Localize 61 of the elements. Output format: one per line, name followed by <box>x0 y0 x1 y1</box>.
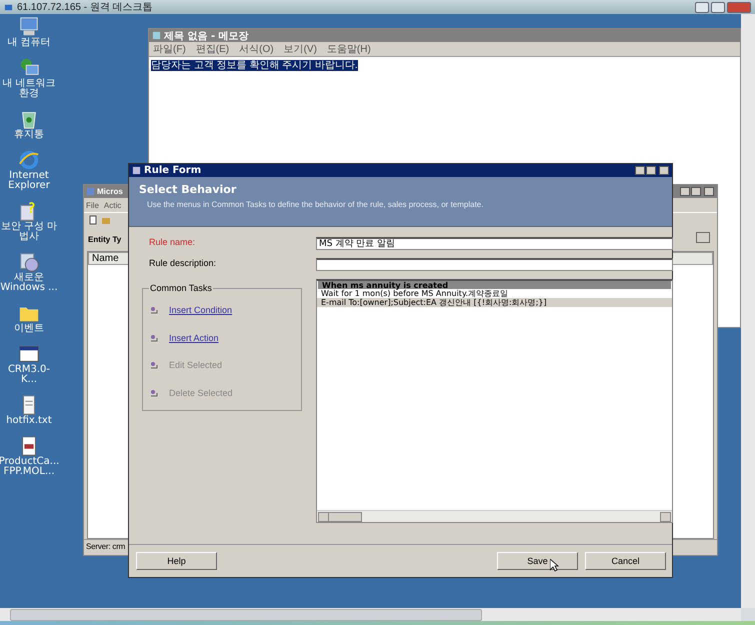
task-icon <box>149 388 159 398</box>
close-button[interactable] <box>659 166 669 175</box>
menu-item[interactable]: Actic <box>104 200 122 210</box>
maximize-button[interactable] <box>711 2 725 12</box>
desktop-icon-label: hotfix.txt <box>6 416 52 426</box>
desktop-icon-label: 내 컴퓨터 <box>7 38 51 48</box>
desktop-icon-label: 휴지통 <box>14 130 44 140</box>
help-button[interactable]: Help <box>136 552 217 570</box>
rule-name-label: Rule name: <box>148 237 196 249</box>
monitor-icon <box>4 2 13 12</box>
task-link[interactable]: Insert Action <box>169 332 219 343</box>
menu-item[interactable]: 파일(F) <box>153 42 186 56</box>
close-button[interactable] <box>727 2 751 12</box>
minimize-button[interactable] <box>635 166 645 175</box>
step-row[interactable]: E-mail To:[owner];Subject:EA 갱신안내 [{!회사명:회사명;}] <box>317 298 672 307</box>
maximize-button[interactable] <box>646 166 656 175</box>
selected-text: 담당자는 고객 정보를 확인해 주시기 바랍니다. <box>151 60 358 71</box>
header-title: Select Behavior <box>139 183 238 196</box>
trigger-row[interactable]: When ms annuity is created <box>318 281 671 289</box>
desktop-icon-label: Internet Explorer <box>7 171 51 191</box>
menu-item[interactable]: File <box>86 200 99 210</box>
app-icon <box>86 187 95 196</box>
desktop-icon-label: ProductCa... FPP.MOL... <box>0 457 60 477</box>
desktop-icon-label: CRM3.0-K... <box>6 365 52 385</box>
scroll-thumb[interactable] <box>10 609 482 621</box>
task-icon <box>149 360 159 370</box>
save-button[interactable]: Save <box>497 552 578 570</box>
dropdown-button[interactable] <box>696 232 710 243</box>
menu-item[interactable]: 편집(E) <box>196 42 230 56</box>
group-legend: Common Tasks <box>149 283 213 293</box>
desktop-icon-label: 보안 구성 마법사 <box>0 222 58 242</box>
menu-item[interactable]: 보기(V) <box>284 42 317 56</box>
step-row[interactable]: Wait for 1 mon(s) before MS Annuity.계약종료일 <box>317 289 672 298</box>
rule-description-label: Rule description: <box>148 258 218 270</box>
window-title: 제목 없음 - 메모장 <box>164 30 249 42</box>
task-link[interactable]: Insert Condition <box>169 304 232 315</box>
rule-description-field[interactable] <box>316 258 673 271</box>
task-icon <box>149 304 159 315</box>
entity-type-label: Entity Ty <box>88 234 122 244</box>
desktop-icon-label: 새로운 Windows ... <box>0 273 58 293</box>
header-description: Use the menus in Common Tasks to define the behavior of the rule, sales process, or template. <box>147 200 484 209</box>
horizontal-scrollbar[interactable] <box>0 608 741 621</box>
horizontal-scrollbar[interactable] <box>317 510 672 522</box>
mouse-cursor-icon <box>550 559 559 572</box>
window-title: Rule Form <box>144 165 202 176</box>
minimize-button[interactable] <box>695 2 709 12</box>
vertical-scrollbar[interactable] <box>741 14 755 608</box>
desktop-icon[interactable] <box>18 343 40 365</box>
notepad-icon <box>152 31 161 40</box>
task-icon <box>149 332 159 343</box>
cancel-button[interactable]: Cancel <box>585 552 666 570</box>
rule-steps-list[interactable]: When ms annuity is created Wait for 1 mon(s) before MS Annuity.계약종료일 E-mail To:[owner];Subject:EA 갱신안내 [{!회사명:회사명;}] <box>316 279 673 523</box>
window-title: Micros <box>97 187 123 196</box>
desktop-icon-label: 이벤트 <box>14 324 44 334</box>
window-title: 61.107.72.165 - 원격 데스크톱 <box>17 1 153 14</box>
rule-name-field[interactable]: MS 계약 만료 알림 <box>316 237 673 250</box>
menu-item[interactable]: 서식(O) <box>239 42 274 56</box>
menu-item[interactable]: 도움말(H) <box>326 42 371 56</box>
desktop-icon-label: 내 네트워크 환경 <box>1 79 57 99</box>
new-document-icon[interactable] <box>88 215 98 225</box>
form-icon <box>132 166 141 175</box>
